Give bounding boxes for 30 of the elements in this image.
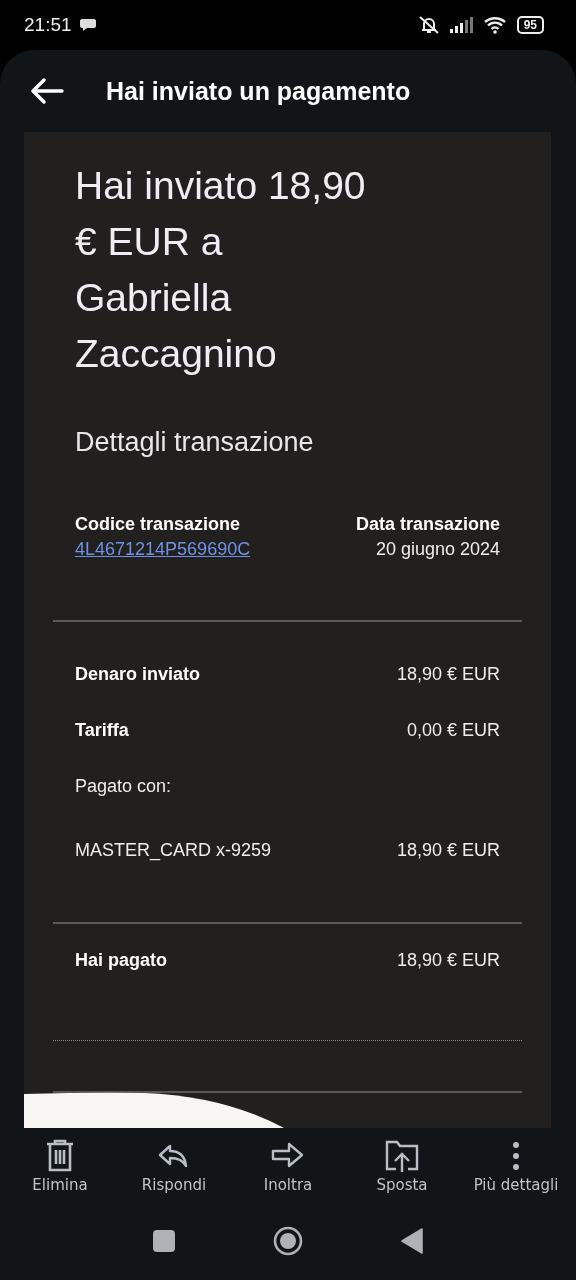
chat-icon — [79, 17, 98, 33]
row-label: MASTER_CARD x-9259 — [75, 839, 272, 861]
field-label: Codice transazione — [75, 514, 241, 535]
trash-button[interactable]: Elimina — [10, 1138, 110, 1210]
back-arrow-icon[interactable] — [30, 78, 64, 104]
section-title: Dettagli transazione — [75, 427, 315, 458]
back-button[interactable] — [401, 1228, 423, 1254]
transaction-code-link[interactable]: 4L4671214P569690C — [75, 539, 251, 560]
forward-button[interactable]: Inoltra — [238, 1138, 338, 1210]
row-label: Denaro inviato — [75, 663, 201, 685]
amount: 18,90 € EUR — [396, 663, 500, 685]
clock: 21:51 — [24, 14, 72, 36]
signal-icon — [448, 16, 475, 34]
home-button[interactable] — [273, 1226, 303, 1256]
transaction-date: 20 giugno 2024 — [375, 539, 500, 560]
amount: 18,90 € EUR — [396, 949, 500, 971]
headline: Hai inviato 18,90 € EUR a Gabriella Zaccagnino — [75, 163, 367, 377]
row-label: Tariffa — [75, 719, 129, 741]
move-button[interactable]: Sposta — [352, 1138, 452, 1210]
field-label: Data transazione — [355, 514, 500, 535]
reply-button[interactable]: Rispondi — [124, 1138, 224, 1210]
folder-arrow-icon — [384, 1138, 420, 1174]
row-label: Hai pagato — [75, 949, 167, 971]
screen-title: Hai inviato un pagamento — [106, 76, 411, 106]
row-label: Pagato con: — [75, 775, 172, 797]
recents-button[interactable] — [153, 1230, 175, 1252]
more-button[interactable]: Più dettagli — [466, 1138, 566, 1210]
amount: 0,00 € EUR — [406, 719, 500, 741]
battery-indicator: 95 — [516, 16, 544, 34]
amount: 18,90 € EUR — [396, 839, 500, 861]
